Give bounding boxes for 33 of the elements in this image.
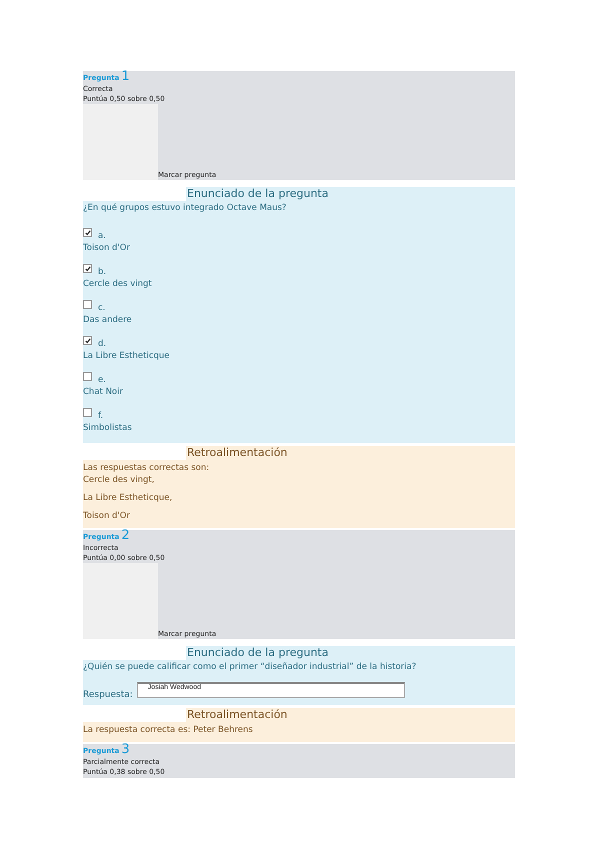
option-label: Simbolistas xyxy=(83,422,133,434)
feedback-text: La Libre Estheticque, xyxy=(83,492,174,504)
section-heading: Retroalimentación xyxy=(186,446,515,460)
answer-label: Respuesta: xyxy=(83,690,133,701)
option-label: Chat Noir xyxy=(83,386,124,398)
option-letter: f. xyxy=(98,411,104,422)
section-heading: Retroalimentación xyxy=(186,708,515,722)
question-number: 3 xyxy=(121,744,130,756)
option-label: La Libre Estheticque xyxy=(83,350,171,362)
checkbox[interactable] xyxy=(83,408,92,417)
feedback-text: Las respuestas correctas son: xyxy=(83,462,210,474)
option-label: Cercle des vingt xyxy=(83,278,153,290)
question-number: 1 xyxy=(121,71,130,83)
checkbox[interactable] xyxy=(83,264,92,273)
section-heading: Enunciado de la pregunta xyxy=(186,646,515,660)
feedback-text: Cercle des vingt, xyxy=(83,474,156,486)
question-number: 2 xyxy=(121,530,130,542)
checkbox[interactable] xyxy=(83,372,92,381)
feedback-text: Toison d'Or xyxy=(83,510,131,522)
checkbox[interactable] xyxy=(83,336,92,345)
checkbox[interactable] xyxy=(83,228,92,237)
option-letter: a. xyxy=(98,231,106,242)
option-letter: e. xyxy=(98,375,106,386)
option-letter: d. xyxy=(98,339,106,350)
checkbox[interactable] xyxy=(83,300,92,309)
option-letter: b. xyxy=(98,267,106,278)
option-label: Das andere xyxy=(83,314,133,326)
section-heading: Enunciado de la pregunta xyxy=(186,187,515,201)
option-label: Toison d'Or xyxy=(83,242,131,254)
option-letter: c. xyxy=(98,303,106,314)
question-text: ¿Quién se puede calificar como el primer “diseñador industrial” de la historia? xyxy=(83,662,418,673)
question-text: ¿En qué grupos estuvo integrado Octave Maus? xyxy=(83,203,288,214)
feedback-text: La respuesta correcta es: Peter Behrens xyxy=(83,724,254,736)
